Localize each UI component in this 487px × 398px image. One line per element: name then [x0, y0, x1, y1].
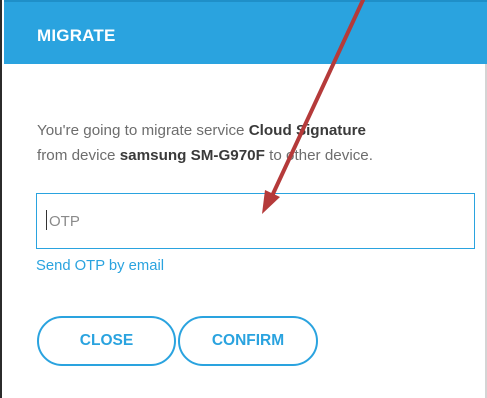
- service-name: Cloud Signature: [248, 122, 366, 139]
- dialog-title: MIGRATE: [37, 26, 116, 45]
- text-caret: [46, 210, 47, 230]
- confirm-button[interactable]: CONFIRM: [178, 316, 318, 366]
- close-button[interactable]: CLOSE: [37, 316, 176, 366]
- message-suffix: to other device.: [264, 147, 373, 164]
- message-middle: from device: [37, 147, 120, 164]
- dialog-header: MIGRATE: [4, 0, 487, 64]
- migrate-message: You're going to migrate service Cloud Si…: [37, 118, 482, 168]
- device-name: samsung SM-G970F: [119, 147, 265, 164]
- migrate-dialog: MIGRATE You're going to migrate service …: [0, 0, 487, 398]
- otp-input[interactable]: [36, 193, 475, 249]
- send-otp-email-link[interactable]: Send OTP by email: [36, 258, 164, 274]
- message-prefix: You're going to migrate service: [37, 122, 249, 139]
